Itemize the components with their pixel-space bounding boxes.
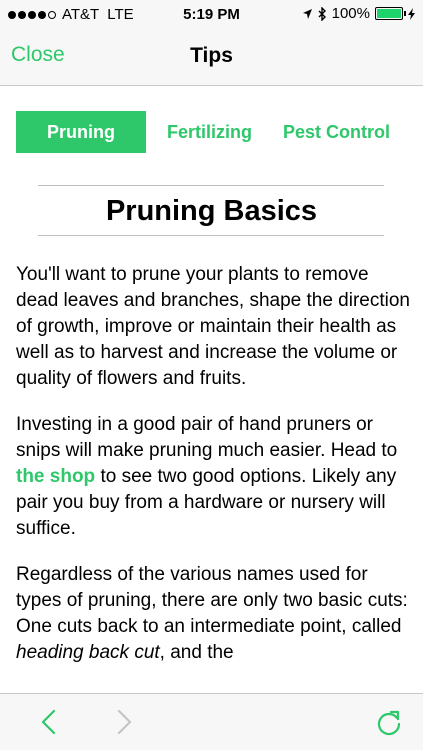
shop-link[interactable]: the shop (16, 466, 95, 487)
chevron-left-icon (41, 709, 56, 735)
article-heading: Pruning Basics (105, 195, 318, 227)
battery-percentage: 100% (331, 5, 370, 22)
bluetooth-icon (318, 6, 326, 21)
navigation-bar: Close Tips (0, 30, 423, 86)
tab-pest-control[interactable]: Pest Control (283, 111, 390, 153)
chevron-right-icon (117, 709, 132, 735)
paragraph-2: Investing in a good pair of hand pruners… (16, 412, 410, 542)
paragraph-3-text: Regardless of the various names used for… (16, 564, 408, 637)
charging-bolt-icon (408, 7, 415, 20)
battery-fill (377, 9, 401, 18)
tab-pruning[interactable]: Pruning (16, 111, 146, 153)
status-right: 100% (302, 5, 415, 22)
paragraph-1: You'll want to prune your plants to remo… (16, 264, 410, 389)
forward-button[interactable] (108, 707, 138, 737)
paragraph-3: Regardless of the various names used for… (16, 562, 410, 666)
back-button[interactable] (35, 707, 65, 737)
bottom-toolbar (0, 693, 423, 750)
reload-icon (377, 710, 401, 736)
battery-icon (375, 7, 406, 20)
reload-button[interactable] (374, 707, 404, 737)
tab-fertilizing[interactable]: Fertilizing (167, 111, 252, 153)
location-arrow-icon (302, 8, 312, 19)
page-title: Tips (190, 44, 233, 67)
paragraph-3-emphasis: heading back cut (16, 642, 160, 663)
article-body: You'll want to prune your plants to remo… (16, 262, 410, 686)
status-bar: AT&T LTE 5:19 PM 100% (0, 0, 423, 30)
tab-bar: Pruning Fertilizing Pest Control (16, 111, 390, 153)
divider-top (38, 185, 384, 186)
content-area[interactable]: Pruning Fertilizing Pest Control Pruning… (0, 87, 423, 693)
paragraph-2-text: Investing in a good pair of hand pruners… (16, 414, 398, 461)
paragraph-3-text-end: , and the (159, 642, 234, 663)
divider-bottom (38, 235, 384, 236)
